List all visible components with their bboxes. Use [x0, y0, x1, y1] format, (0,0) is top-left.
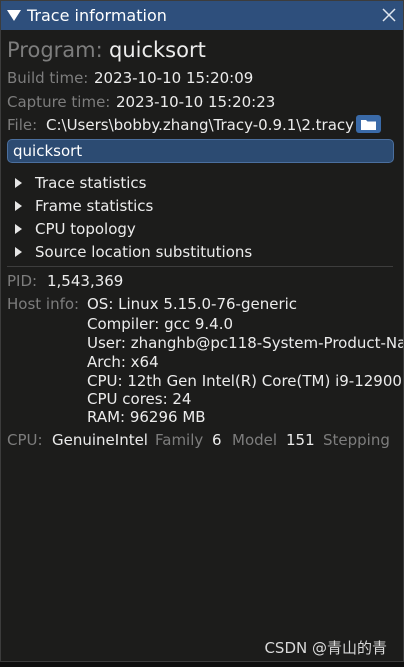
host-info-os: OS: Linux 5.15.0-76-generic: [87, 295, 298, 313]
stepping-label: Stepping: [323, 431, 390, 449]
host-info-cpu: CPU: 12th Gen Intel(R) Core(TM) i9-12900…: [87, 372, 404, 390]
file-label: File:: [7, 116, 38, 134]
host-info-arch: Arch: x64: [87, 353, 159, 371]
program-value: quicksort: [109, 38, 206, 62]
close-icon[interactable]: [381, 7, 397, 23]
separator: [7, 266, 393, 267]
collapse-arrow-icon[interactable]: [7, 10, 21, 21]
family-label: Family: [155, 431, 204, 449]
pid-value: 1,543,369: [47, 272, 124, 290]
expand-arrow-icon: [15, 247, 22, 257]
watermark: CSDN @青山的青: [264, 639, 387, 657]
build-time-value: 2023-10-10 15:20:09: [94, 69, 254, 87]
cpu-vendor: GenuineIntel: [52, 431, 148, 449]
build-time-label: Build time:: [7, 69, 89, 87]
window-content: Program: quicksort Build time: 2023-10-1…: [1, 30, 403, 661]
expand-arrow-icon: [15, 224, 22, 234]
host-info-user: User: zhanghb@pc118-System-Product-Nar: [87, 334, 404, 352]
program-label: Program:: [7, 38, 103, 62]
model-label: Model: [232, 431, 278, 449]
capture-time-label: Capture time:: [7, 93, 111, 111]
pid-label: PID:: [7, 272, 38, 290]
folder-icon: [361, 119, 376, 130]
cpu-label: CPU:: [7, 431, 43, 449]
section-trace-statistics[interactable]: Trace statistics: [15, 172, 146, 194]
file-path: C:\Users\bobby.zhang\Tracy-0.9.1\2.tracy: [46, 116, 355, 134]
section-label: CPU topology: [35, 220, 136, 238]
model-value: 151: [286, 431, 315, 449]
window-title: Trace information: [27, 6, 167, 25]
section-frame-statistics[interactable]: Frame statistics: [15, 195, 153, 217]
window-titlebar[interactable]: Trace information: [1, 1, 403, 30]
bottom-strip: [0, 662, 404, 667]
section-source-location-substitutions[interactable]: Source location substitutions: [15, 241, 252, 263]
section-cpu-topology[interactable]: CPU topology: [15, 218, 136, 240]
capture-time-value: 2023-10-10 15:20:23: [116, 93, 276, 111]
section-label: Trace statistics: [35, 174, 147, 192]
host-info-label: Host info:: [7, 295, 80, 313]
section-label: Frame statistics: [35, 197, 154, 215]
trace-information-window: Trace information Program: quicksort Bui…: [0, 0, 404, 662]
family-value: 6: [212, 431, 222, 449]
search-input[interactable]: [7, 139, 394, 163]
host-info-compiler: Compiler: gcc 9.4.0: [87, 315, 234, 333]
expand-arrow-icon: [15, 178, 22, 188]
open-folder-button[interactable]: [356, 115, 381, 133]
section-label: Source location substitutions: [35, 243, 253, 261]
expand-arrow-icon: [15, 201, 22, 211]
host-info-cpu-cores: CPU cores: 24: [87, 390, 192, 408]
host-info-ram: RAM: 96296 MB: [87, 408, 206, 426]
